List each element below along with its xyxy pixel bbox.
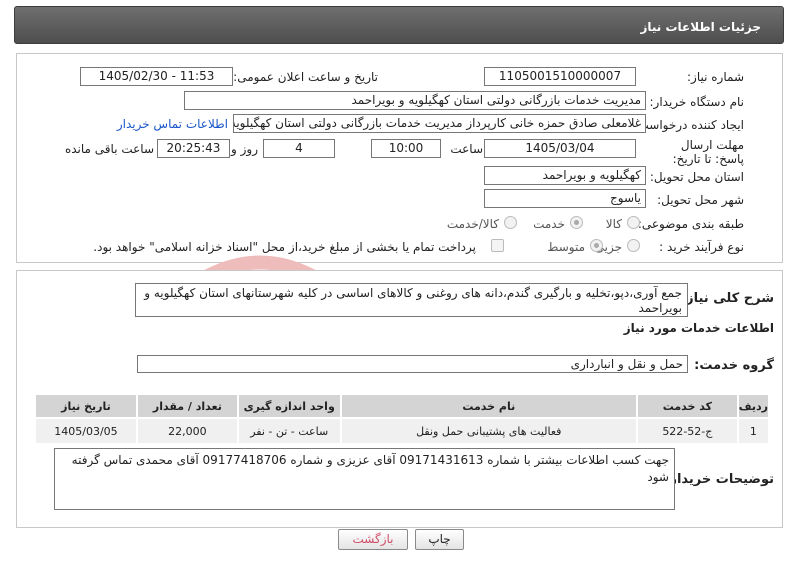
announce-label: تاریخ و ساعت اعلان عمومی: xyxy=(233,70,378,84)
print-button[interactable]: چاپ xyxy=(415,529,464,550)
deadline-time-label: ساعت xyxy=(450,142,483,156)
buyer-org-label: نام دستگاه خریدار: xyxy=(649,95,745,109)
creator-field[interactable]: غلامعلی صادق حمزه خانی کارپرداز مدیریت خ… xyxy=(233,114,646,133)
col-quantity: تعداد / مقدار xyxy=(135,393,239,419)
deadline-label: مهلت ارسال پاسخ: تا تاریخ: xyxy=(672,138,744,166)
cell-service-code: ج-52-522 xyxy=(635,417,739,445)
buyer-contact-link[interactable]: اطلاعات تماس خریدار xyxy=(117,117,228,131)
days-field[interactable]: 4 xyxy=(263,139,335,158)
deadline-date-field[interactable]: 1405/03/04 xyxy=(484,139,636,158)
cell-service-name: فعالیت های پشتیبانی حمل ونقل xyxy=(339,417,638,445)
col-need-date: تاریخ نیاز xyxy=(34,393,138,419)
back-button[interactable]: بازگشت xyxy=(338,529,408,550)
city-label: شهر محل تحویل: xyxy=(657,193,744,207)
category-option-service: خدمت xyxy=(533,217,565,231)
province-label: استان محل تحویل: xyxy=(649,170,744,184)
treasury-checkbox[interactable] xyxy=(491,239,504,252)
buyer-org-field[interactable]: مدیریت خدمات بازرگانی دولتی استان کهگیلو… xyxy=(184,91,646,110)
page-title: جزئیات اطلاعات نیاز xyxy=(14,6,784,44)
creator-label: ایجاد کننده درخواست: xyxy=(633,118,744,132)
col-service-code: کد خدمت xyxy=(635,393,739,419)
service-group-label: گروه خدمت: xyxy=(694,358,774,373)
announce-datetime-field[interactable]: 1405/02/30 - 11:53 xyxy=(80,67,233,86)
summary-label: شرح کلی نیاز: xyxy=(680,291,774,306)
services-table: ردیف کد خدمت نام خدمت واحد اندازه گیری ت… xyxy=(34,393,771,445)
cell-quantity: 22,000 xyxy=(135,417,239,445)
summary-textarea[interactable]: جمع آوری،دپو،تخلیه و بارگیری گندم،دانه ه… xyxy=(135,283,688,317)
need-number-label: شماره نیاز: xyxy=(687,70,744,84)
days-label: روز و xyxy=(231,142,258,156)
process-radio-medium[interactable] xyxy=(590,239,603,252)
service-group-field[interactable]: حمل و نقل و انبارداری xyxy=(137,355,688,373)
city-field[interactable]: یاسوج xyxy=(484,189,646,208)
buyer-notes-label: توضیحات خریدار: xyxy=(664,472,774,487)
province-field[interactable]: کهگیلویه و بویراحمد xyxy=(484,166,646,185)
cell-unit: ساعت - تن - نفر xyxy=(236,417,342,445)
process-option-medium: متوسط xyxy=(547,240,585,254)
table-header-row: ردیف کد خدمت نام خدمت واحد اندازه گیری ت… xyxy=(34,393,771,419)
services-heading: اطلاعات خدمات مورد نیاز xyxy=(623,321,774,335)
process-label: نوع فرآیند خرید : xyxy=(659,240,744,254)
need-number-field[interactable]: 1105001510000007 xyxy=(484,67,636,86)
cell-row: 1 xyxy=(736,417,771,445)
category-option-goods: کالا xyxy=(605,217,622,231)
category-radio-service[interactable] xyxy=(570,216,583,229)
category-label: طبقه بندی موضوعی: xyxy=(637,217,744,231)
deadline-time-field[interactable]: 10:00 xyxy=(371,139,441,158)
col-unit: واحد اندازه گیری xyxy=(236,393,342,419)
category-radio-goods-service[interactable] xyxy=(504,216,517,229)
col-row: ردیف xyxy=(736,393,771,419)
remaining-label: ساعت باقی مانده xyxy=(64,142,154,156)
col-service-name: نام خدمت xyxy=(339,393,638,419)
table-row[interactable]: 1 ج-52-522 فعالیت های پشتیبانی حمل ونقل … xyxy=(34,417,771,445)
cell-need-date: 1405/03/05 xyxy=(34,417,138,445)
remaining-time-field[interactable]: 20:25:43 xyxy=(157,139,230,158)
category-option-goods-service: کالا/خدمت xyxy=(446,217,499,231)
category-radio-goods[interactable] xyxy=(627,216,640,229)
buyer-notes-textarea[interactable]: جهت کسب اطلاعات بیشتر با شماره 091714316… xyxy=(54,448,675,510)
payment-note: پرداخت تمام یا بخشی از مبلغ خرید،از محل … xyxy=(93,240,476,254)
process-radio-minor[interactable] xyxy=(627,239,640,252)
